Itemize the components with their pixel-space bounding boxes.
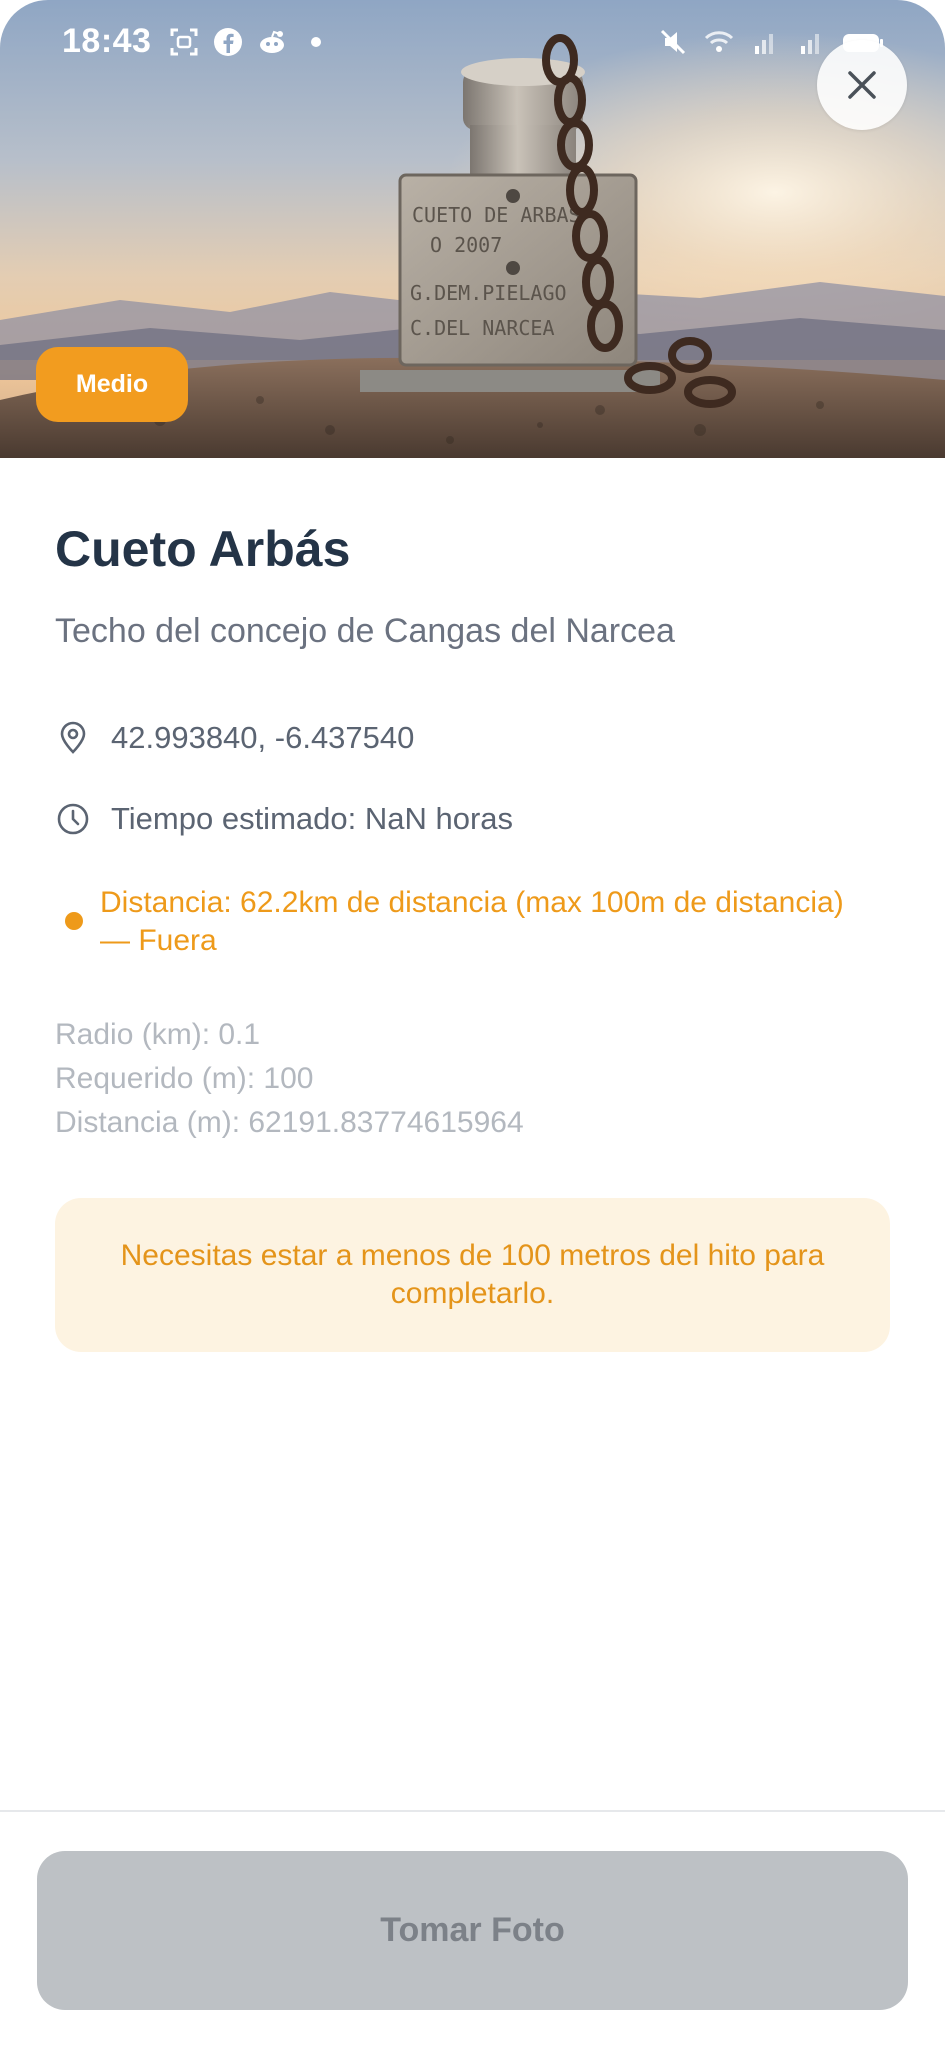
coordinates-row: 42.993840, -6.437540: [55, 720, 414, 756]
hero-image: CUETO DE ARBAS O 2007 G.DEM.PIELAGO C.DE…: [0, 0, 945, 458]
estimated-time-row: Tiempo estimado: NaN horas: [55, 801, 513, 837]
distance-warning-notice: Necesitas estar a menos de 100 metros de…: [55, 1198, 890, 1352]
signal-icon: [795, 26, 827, 58]
close-button[interactable]: [817, 40, 907, 130]
status-dot-icon: [65, 912, 83, 930]
radio-text: Radio (km): 0.1: [55, 1018, 261, 1051]
estimated-time-text: Tiempo estimado: NaN horas: [111, 801, 514, 836]
close-icon: [848, 71, 876, 99]
requerido-text: Requerido (m): 100: [55, 1062, 314, 1095]
page-subtitle: Techo del concejo de Cangas del Narcea: [55, 612, 675, 650]
difficulty-badge: Medio: [36, 347, 188, 422]
distance-status-row: Distancia: 62.2km de distancia (max 100m…: [55, 884, 875, 960]
clock-icon: [55, 801, 91, 837]
facebook-icon: [212, 26, 244, 58]
svg-text:CUETO DE ARBAS: CUETO DE ARBAS: [412, 203, 581, 227]
dot-icon: [300, 26, 332, 58]
distancia-text: Distancia (m): 62191.83774615964: [55, 1106, 524, 1139]
svg-text:C.DEL NARCEA: C.DEL NARCEA: [410, 316, 555, 340]
status-time: 18:43: [62, 22, 152, 60]
coordinates-text: 42.993840, -6.437540: [111, 720, 415, 755]
svg-text:O 2007: O 2007: [430, 233, 502, 257]
reddit-icon: [256, 26, 288, 58]
divider: [0, 1810, 945, 1812]
status-bar: 18:43: [0, 0, 945, 92]
page-title: Cueto Arbás: [55, 521, 351, 577]
location-pin-icon: [55, 720, 91, 756]
distance-status-text: Distancia: 62.2km de distancia (max 100m…: [100, 886, 844, 957]
status-icons-left: [168, 26, 332, 58]
svg-text:G.DEM.PIELAGO: G.DEM.PIELAGO: [410, 281, 567, 305]
take-photo-button[interactable]: Tomar Foto: [37, 1851, 908, 2010]
signal-icon: [749, 26, 781, 58]
peak-detail-screen: CUETO DE ARBAS O 2007 G.DEM.PIELAGO C.DE…: [0, 0, 945, 2048]
distance-debug-info: Radio (km): 0.1 Requerido (m): 100 Dista…: [55, 1013, 524, 1145]
screenshot-icon: [168, 26, 200, 58]
mute-icon: [657, 26, 689, 58]
wifi-icon: [703, 26, 735, 58]
